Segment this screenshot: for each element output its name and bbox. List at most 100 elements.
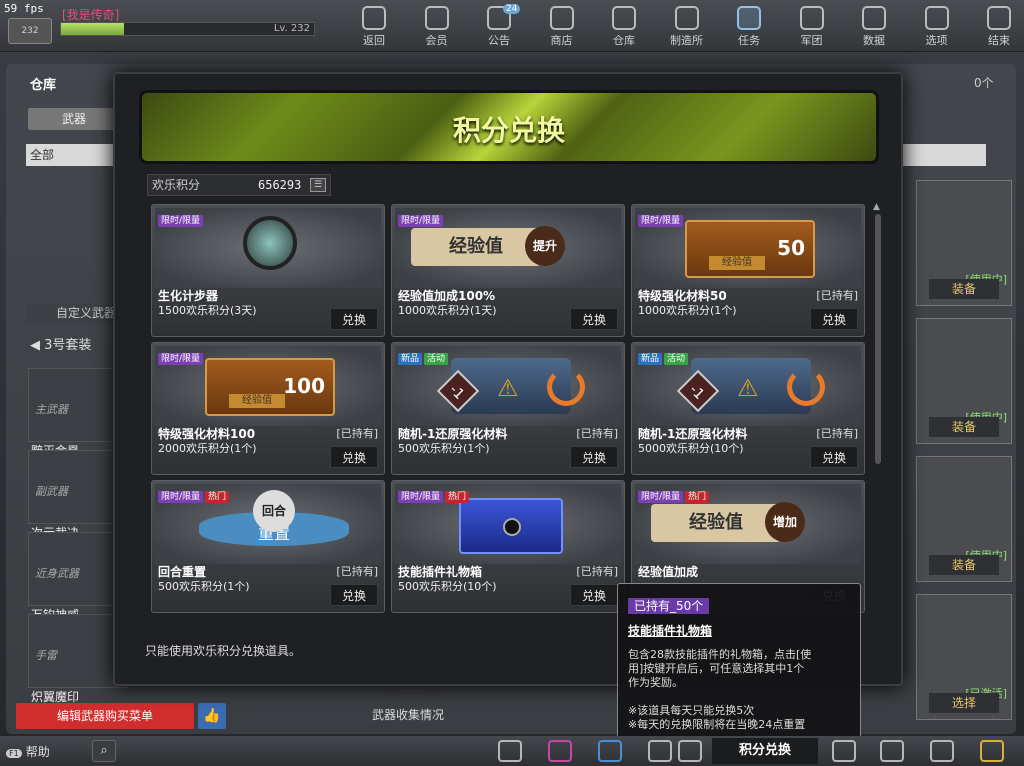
exchange-button[interactable]: 兑换 <box>810 308 858 330</box>
level-progress-bar: Lv. 232 <box>60 22 315 36</box>
crown-icon <box>424 6 449 30</box>
nav-craft[interactable]: 制造所 <box>659 4 715 48</box>
nav-task[interactable]: 任务 <box>721 4 777 48</box>
suit-selector[interactable]: ◀ 3号套装 <box>30 334 91 353</box>
round-reset-icon: 回合 重置 <box>199 490 349 546</box>
search-icon[interactable]: ⌕ <box>92 740 116 762</box>
nav-warehouse[interactable]: 仓库 <box>596 4 652 48</box>
shop-icon <box>549 6 574 30</box>
warning-icon: ⚠ <box>737 374 759 402</box>
level-progress-fill <box>61 23 125 35</box>
pic-badge: 提升 <box>525 226 565 266</box>
scrollbar[interactable] <box>875 214 881 464</box>
exchange-item-card[interactable]: 回合 重置 限时/限量 热门 回合重置 500欢乐积分(1个) [已持有] 兑换 <box>151 480 385 613</box>
tooltip-line: ※该道具每天只能兑换5次 <box>628 704 755 717</box>
exchange-button[interactable]: 兑换 <box>330 446 378 468</box>
equip-button[interactable]: 选择 <box>929 693 999 713</box>
nav-clan[interactable]: 军团 <box>784 4 840 48</box>
exchange-item-card[interactable]: -1 ⚠ 新品 活动 随机-1还原强化材料 500欢乐积分(1个) [已持有] 兑换 <box>391 342 625 475</box>
power-icon <box>987 6 1011 30</box>
nav-power[interactable]: 结束 <box>971 4 1024 48</box>
house-icon[interactable] <box>880 740 904 762</box>
bottom-bar: F1 帮助 ⌕ 积分兑换 <box>0 736 1024 766</box>
nav-shop[interactable]: 商店 <box>534 4 590 48</box>
edit-weapon-menu-button[interactable]: 编辑武器购买菜单 <box>16 703 194 729</box>
owned-item-slot[interactable]: [使用中]装备 <box>916 456 1012 582</box>
equip-button[interactable]: 装备 <box>929 555 999 575</box>
swap-icon[interactable] <box>598 740 622 762</box>
nav-info[interactable]: 数据 <box>846 4 902 48</box>
help-key: F1 <box>6 749 22 758</box>
exchange-button[interactable]: 兑换 <box>570 584 618 606</box>
exchange-item-card[interactable]: -1 ⚠ 新品 活动 随机-1还原强化材料 5000欢乐积分(10个) [已持有] 兑换 <box>631 342 865 475</box>
toolbox-icon: 50 经验值 <box>685 220 815 278</box>
lucky-icon[interactable] <box>678 740 702 762</box>
exchange-button[interactable]: 兑换 <box>570 308 618 330</box>
nav-label: 公告 <box>488 34 510 47</box>
list-icon[interactable]: ☰ <box>310 178 326 192</box>
dialog-banner: 积分兑换 <box>139 90 879 164</box>
cart-icon[interactable] <box>548 740 572 762</box>
item-owned: [已持有] <box>336 427 378 440</box>
item-cost: 1000欢乐积分(1个) <box>638 304 737 317</box>
craft-icon <box>674 6 699 30</box>
item-name: 经验值加成 <box>638 565 699 579</box>
refresh-icon <box>547 368 585 406</box>
help-button[interactable]: F1 帮助 <box>6 743 50 760</box>
tooltip-line: 包含28款技能插件的礼物箱，点击[使 <box>628 648 812 661</box>
nav-speaker[interactable]: 24 公告 <box>471 4 527 48</box>
pic-badge: 增加 <box>765 502 805 542</box>
notice-count-badge: 24 <box>503 4 521 14</box>
equip-button[interactable]: 装备 <box>929 279 999 299</box>
compass-icon[interactable] <box>648 740 672 762</box>
equip-button[interactable]: 装备 <box>929 417 999 437</box>
owned-item-slot[interactable]: [已激活]选择 <box>916 594 1012 720</box>
pic-number: 50 <box>777 236 805 260</box>
card-tag: 限时/限量 <box>158 215 204 227</box>
restore-chest-icon: -1 ⚠ <box>436 358 585 414</box>
ranking-icon[interactable] <box>832 740 856 762</box>
nav-gear[interactable]: 选项 <box>909 4 965 48</box>
exchange-item-card[interactable]: 限时/限量 热门 技能插件礼物箱 500欢乐积分(10个) [已持有] 兑换 <box>391 480 625 613</box>
gift-box-icon <box>459 498 563 554</box>
nav-label: 商店 <box>550 34 573 47</box>
owned-item-slot[interactable]: [使用中]装备 <box>916 318 1012 444</box>
warehouse-icon <box>612 6 636 30</box>
owned-item-slot[interactable]: [使用中]装备 <box>916 180 1012 306</box>
exchange-button[interactable]: 兑换 <box>570 446 618 468</box>
exchange-item-card[interactable]: 50 经验值 限时/限量 特级强化材料50 1000欢乐积分(1个) [已持有] 兑换 <box>631 204 865 337</box>
nav-label: 仓库 <box>613 34 635 47</box>
nav-crown[interactable]: 会员 <box>409 4 465 48</box>
avatar[interactable]: 232 <box>8 18 52 44</box>
film-icon[interactable] <box>980 740 1004 762</box>
info-icon <box>862 6 886 30</box>
exchange-button[interactable]: 兑换 <box>330 308 378 330</box>
item-cost: 500欢乐积分(10个) <box>398 580 497 593</box>
top-bar: 59 fps 232 [我是传奇] Lv. 232 返回 会员 24 公告 商店 仓库 制造… <box>0 0 1024 52</box>
weapon-category: 副武器 <box>35 485 68 498</box>
pic-number: -1 <box>676 369 720 413</box>
card-tags: 限时/限量 热门 <box>638 484 711 503</box>
card-tag: 活动 <box>664 353 689 365</box>
tooltip-line: ※每天的兑换限制将在当晚24点重置 <box>628 718 806 731</box>
nav-label: 军团 <box>800 34 823 47</box>
exchange-button[interactable]: 兑换 <box>330 584 378 606</box>
item-owned: [已持有] <box>816 289 858 302</box>
exchange-button[interactable]: 兑换 <box>810 446 858 468</box>
dialog-title: 积分兑换 <box>452 114 565 147</box>
exchange-item-card[interactable]: 100 经验值 限时/限量 特级强化材料100 2000欢乐积分(1个) [已持有] 兑换 <box>151 342 385 475</box>
tab-weapons[interactable]: 武器 <box>28 108 120 130</box>
points-exchange-button[interactable]: 积分兑换 <box>712 738 818 764</box>
nav-home[interactable]: 返回 <box>346 4 402 48</box>
item-cost: 2000欢乐积分(1个) <box>158 442 257 455</box>
thumbs-up-icon[interactable]: 👍 <box>198 703 226 729</box>
scroll-up-icon[interactable]: ▲ <box>873 202 880 212</box>
card-tags: 新品 活动 <box>638 346 690 365</box>
checkin-icon[interactable] <box>930 740 954 762</box>
refresh-icon <box>787 368 825 406</box>
calendar-icon[interactable] <box>498 740 522 762</box>
exchange-item-card[interactable]: 限时/限量 生化计步器 1500欢乐积分(3天) 兑换 <box>151 204 385 337</box>
warehouse-title: 仓库 <box>30 78 57 93</box>
pic-badge: 回合 <box>253 490 295 532</box>
exchange-item-card[interactable]: 经验值 提升 限时/限量 经验值加成100% 1000欢乐积分(1天) 兑换 <box>391 204 625 337</box>
